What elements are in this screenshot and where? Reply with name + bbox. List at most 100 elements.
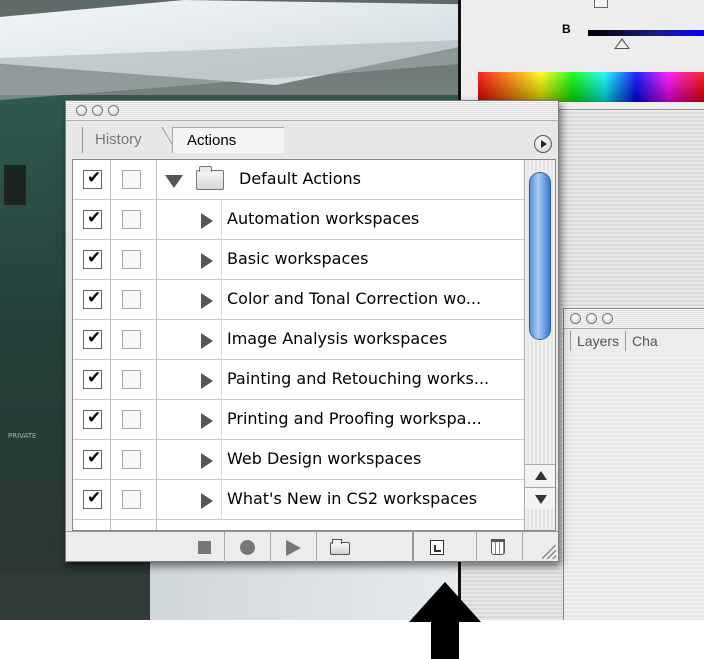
list-filler-cell	[111, 520, 157, 530]
action-row[interactable]: ✔ Image Analysis workspaces	[73, 320, 525, 360]
blue-channel-slider-thumb[interactable]	[614, 38, 630, 49]
toggle-item-checkbox[interactable]: ✔	[83, 488, 102, 509]
action-row[interactable]: ✔ Color and Tonal Correction wo...	[73, 280, 525, 320]
toggle-item-cell: ✔	[73, 440, 111, 480]
disclosure-triangle-collapsed-icon[interactable]	[201, 213, 213, 229]
actions-panel: History Actions ✔ Default Actions ✔ Auto…	[65, 100, 559, 562]
tab-history[interactable]: History	[82, 127, 168, 153]
toggle-dialog-checkbox[interactable]	[122, 250, 141, 269]
resize-grip-icon[interactable]	[542, 545, 556, 559]
blue-channel-slider[interactable]	[588, 30, 704, 36]
toggle-item-cell: ✔	[73, 320, 111, 360]
play-button[interactable]	[270, 532, 316, 562]
toggle-dialog-checkbox[interactable]	[122, 370, 141, 389]
checkmark-icon: ✔	[87, 208, 102, 228]
delete-button[interactable]	[476, 532, 522, 562]
disclosure-triangle-collapsed-icon[interactable]	[201, 453, 213, 469]
disclosure-triangle-collapsed-icon[interactable]	[201, 253, 213, 269]
toggle-dialog-checkbox[interactable]	[122, 410, 141, 429]
toggle-item-checkbox[interactable]: ✔	[83, 168, 102, 189]
action-label: Printing and Proofing workspa...	[227, 409, 482, 428]
vertical-scrollbar[interactable]	[524, 160, 555, 530]
layers-titlebar[interactable]	[564, 309, 704, 329]
toggle-dialog-cell	[111, 280, 157, 320]
toggle-dialog-cell	[111, 360, 157, 400]
toggle-item-cell: ✔	[73, 280, 111, 320]
layers-tab-row: Layers Cha	[570, 331, 664, 353]
checkmark-icon: ✔	[87, 288, 102, 308]
toggle-item-checkbox[interactable]: ✔	[83, 208, 102, 229]
disclosure-triangle-collapsed-icon[interactable]	[201, 413, 213, 429]
up-arrow-shape	[409, 582, 481, 659]
toggle-dialog-cell	[111, 320, 157, 360]
toggle-item-checkbox[interactable]: ✔	[83, 408, 102, 429]
play-icon	[286, 540, 301, 556]
toggle-item-cell: ✔	[73, 200, 111, 240]
action-set-label: Default Actions	[239, 169, 361, 188]
toggle-dialog-checkbox[interactable]	[122, 330, 141, 349]
toggle-dialog-checkbox[interactable]	[122, 170, 141, 189]
disclosure-triangle-collapsed-icon[interactable]	[201, 373, 213, 389]
list-filler-row	[73, 520, 525, 530]
action-label: Color and Tonal Correction wo...	[227, 289, 482, 308]
minimize-window-icon[interactable]	[586, 313, 597, 324]
toggle-item-cell: ✔	[73, 400, 111, 440]
record-button[interactable]	[224, 532, 270, 562]
toggle-item-cell: ✔	[73, 160, 111, 200]
action-row[interactable]: ✔ Web Design workspaces	[73, 440, 525, 480]
color-slider-thumb-top[interactable]	[594, 0, 608, 8]
tab-channels[interactable]: Cha	[625, 331, 664, 351]
toggle-item-checkbox[interactable]: ✔	[83, 448, 102, 469]
tab-actions[interactable]: Actions	[172, 127, 284, 153]
actions-panel-tabs: History Actions	[72, 127, 552, 153]
toggle-dialog-checkbox[interactable]	[122, 210, 141, 229]
scrollbar-thumb[interactable]	[529, 172, 551, 340]
toggle-item-checkbox[interactable]: ✔	[83, 288, 102, 309]
disclosure-triangle-expanded-icon[interactable]	[165, 175, 183, 188]
scroll-down-arrow-icon[interactable]	[525, 487, 555, 509]
up-arrow-icon	[409, 582, 481, 659]
toggle-item-checkbox[interactable]: ✔	[83, 248, 102, 269]
scroll-up-arrow-icon[interactable]	[525, 464, 555, 486]
toggle-dialog-checkbox[interactable]	[122, 290, 141, 309]
panel-menu-arrow-icon[interactable]	[534, 135, 552, 153]
toggle-dialog-checkbox[interactable]	[122, 450, 141, 469]
action-label: Painting and Retouching works...	[227, 369, 490, 388]
actions-panel-titlebar[interactable]	[66, 101, 558, 121]
new-set-button[interactable]	[316, 532, 362, 562]
checkmark-icon: ✔	[87, 488, 102, 508]
zoom-window-icon[interactable]	[108, 105, 119, 116]
tab-layers[interactable]: Layers	[570, 331, 625, 351]
record-icon	[240, 540, 255, 555]
checkmark-icon: ✔	[87, 408, 102, 428]
action-row[interactable]: ✔ Painting and Retouching works...	[73, 360, 525, 400]
checkmark-icon: ✔	[87, 248, 102, 268]
toggle-item-cell: ✔	[73, 360, 111, 400]
disclosure-triangle-collapsed-icon[interactable]	[201, 333, 213, 349]
action-row[interactable]: ✔ Basic workspaces	[73, 240, 525, 280]
action-label: Automation workspaces	[227, 209, 420, 228]
layers-list	[564, 357, 704, 620]
action-row[interactable]: ✔ Printing and Proofing workspa...	[73, 400, 525, 440]
actions-list: ✔ Default Actions ✔ Automation workspace…	[72, 159, 556, 531]
toggle-item-checkbox[interactable]: ✔	[83, 328, 102, 349]
close-window-icon[interactable]	[570, 313, 581, 324]
new-action-icon	[430, 540, 444, 555]
action-row[interactable]: ✔ What's New in CS2 workspaces	[73, 480, 525, 520]
bottom-margin	[0, 620, 704, 659]
toggle-item-checkbox[interactable]: ✔	[83, 368, 102, 389]
disclosure-triangle-collapsed-icon[interactable]	[201, 493, 213, 509]
action-label: Image Analysis workspaces	[227, 329, 448, 348]
zoom-window-icon[interactable]	[602, 313, 613, 324]
action-set-row[interactable]: ✔ Default Actions	[73, 160, 525, 200]
minimize-window-icon[interactable]	[92, 105, 103, 116]
toggle-item-cell: ✔	[73, 240, 111, 280]
action-row[interactable]: ✔ Automation workspaces	[73, 200, 525, 240]
new-action-button[interactable]	[412, 532, 458, 562]
stop-button[interactable]	[184, 532, 224, 562]
color-spectrum-bar[interactable]	[478, 72, 704, 102]
layers-panel: Layers Cha	[563, 308, 704, 620]
disclosure-triangle-collapsed-icon[interactable]	[201, 293, 213, 309]
close-window-icon[interactable]	[76, 105, 87, 116]
toggle-dialog-checkbox[interactable]	[122, 490, 141, 509]
